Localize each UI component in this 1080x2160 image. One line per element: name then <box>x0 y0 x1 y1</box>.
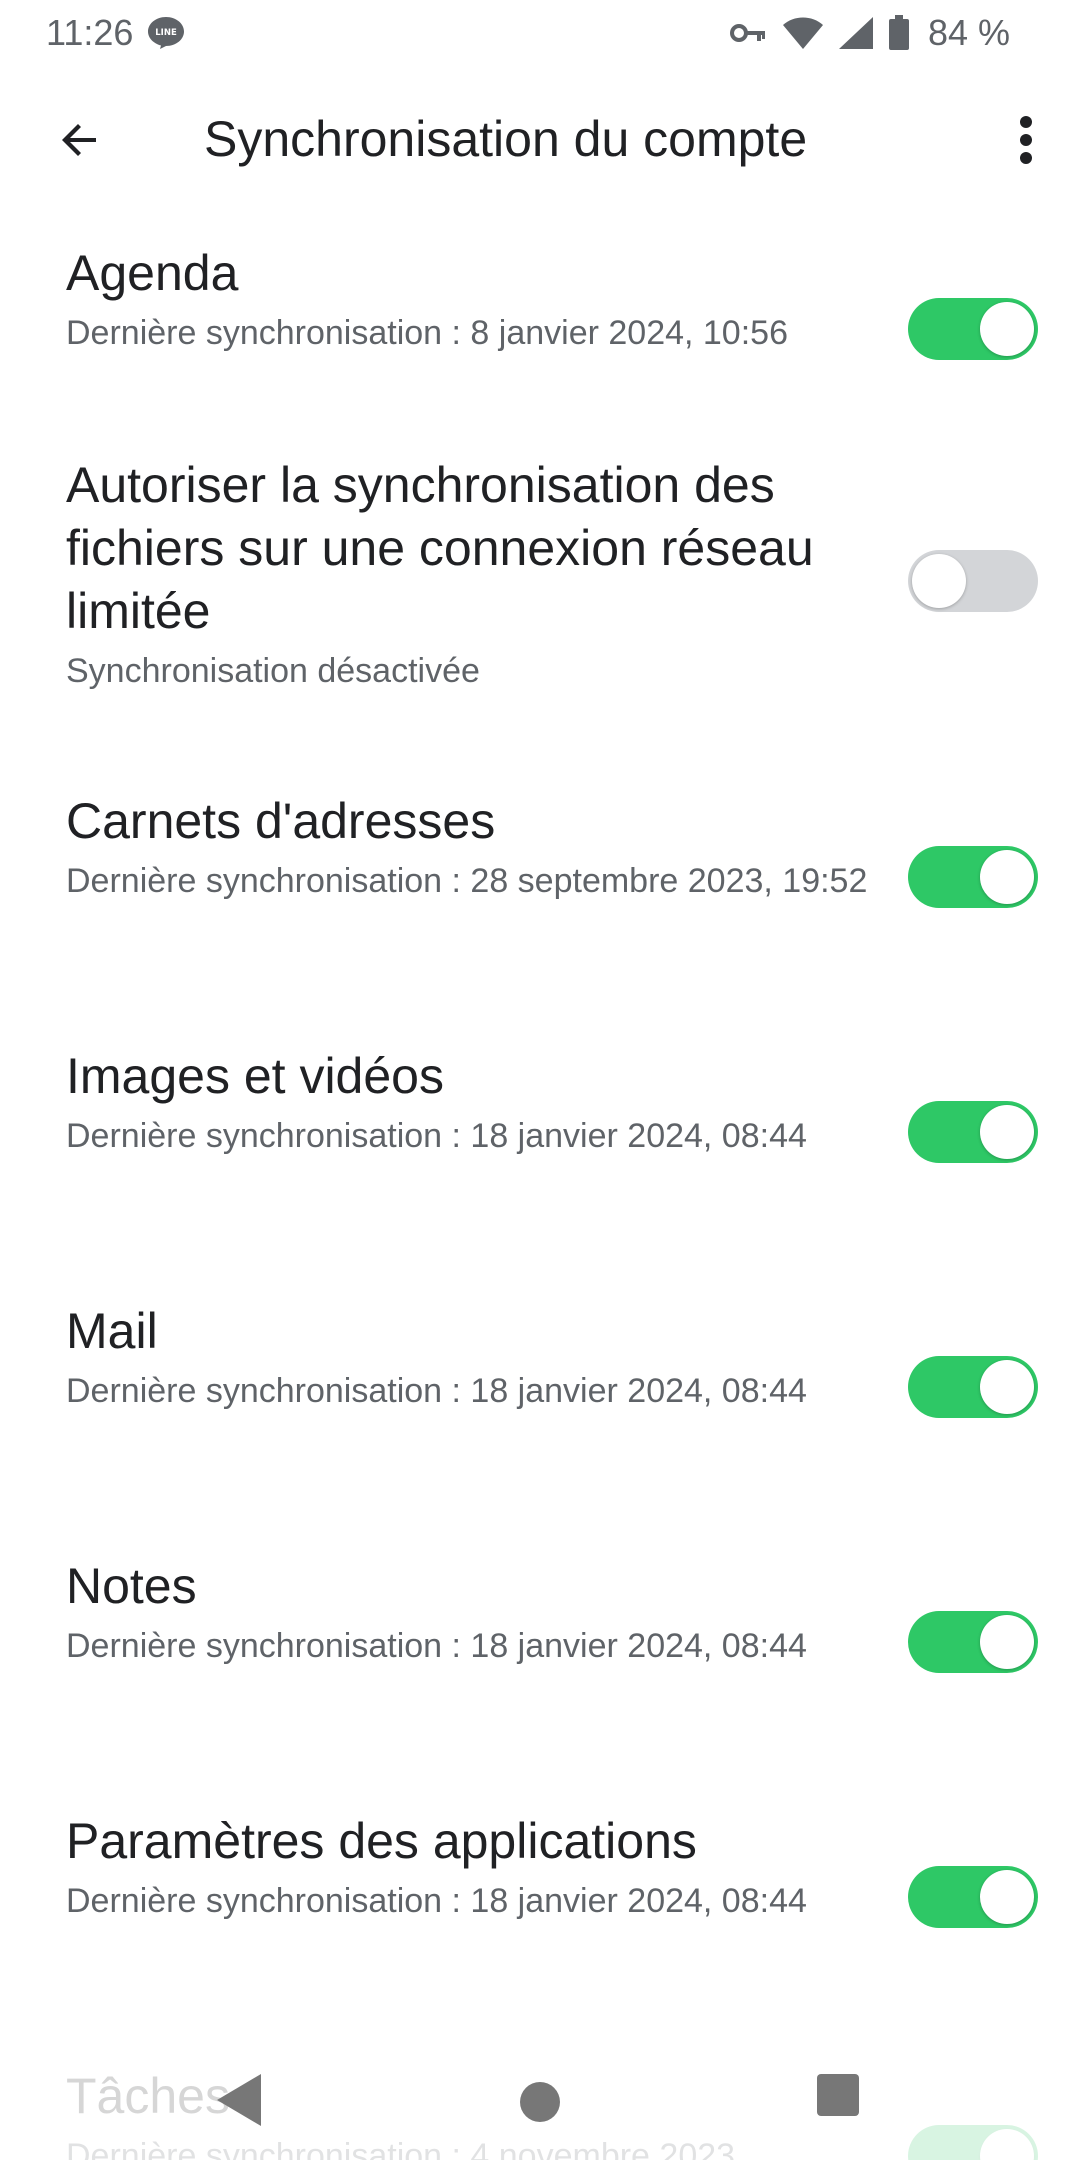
wifi-icon <box>782 17 823 49</box>
back-button[interactable] <box>40 100 120 180</box>
toggle-knob <box>980 1870 1034 1924</box>
toggle-knob <box>912 554 966 608</box>
nav-home-icon[interactable] <box>520 2082 560 2122</box>
battery-icon <box>888 15 909 50</box>
toggle-knob <box>980 1105 1034 1159</box>
nav-recents-icon[interactable] <box>817 2074 859 2116</box>
nav-back-icon[interactable] <box>215 2072 263 2128</box>
setting-summary: Dernière synchronisation : 28 septembre … <box>66 862 868 900</box>
battery-percent: 84 % <box>927 12 1010 53</box>
setting-title: Agenda <box>66 245 239 301</box>
setting-text: Agenda Dernière synchronisation : 8 janv… <box>66 242 876 355</box>
setting-summary: Dernière synchronisation : 18 janvier 20… <box>66 1882 807 1920</box>
setting-text: Carnets d'adresses Dernière synchronisat… <box>66 790 876 903</box>
setting-summary: Dernière synchronisation : 8 janvier 202… <box>66 314 788 352</box>
toggle-knob <box>980 850 1034 904</box>
arrow-back-icon <box>62 124 96 156</box>
setting-row-address-books[interactable]: Carnets d'adresses Dernière synchronisat… <box>0 790 1080 908</box>
setting-text: Paramètres des applications Dernière syn… <box>66 1810 826 1923</box>
navigation-bar <box>0 2040 1080 2160</box>
signal-icon <box>838 17 873 49</box>
status-time: 11:26 <box>46 12 134 53</box>
setting-summary: Synchronisation désactivée <box>66 652 480 690</box>
setting-row-images-videos[interactable]: Images et vidéos Dernière synchronisatio… <box>0 1045 1080 1163</box>
toggle-address-books[interactable] <box>908 846 1038 908</box>
page-title: Synchronisation du compte <box>204 111 808 167</box>
setting-title: Carnets d'adresses <box>66 793 496 849</box>
toggle-knob <box>980 302 1034 356</box>
setting-row-notes[interactable]: Notes Dernière synchronisation : 18 janv… <box>0 1555 1080 1673</box>
setting-title: Mail <box>66 1303 158 1359</box>
setting-title: Images et vidéos <box>66 1048 444 1104</box>
line-icon: LINE <box>148 17 185 49</box>
setting-row-mail[interactable]: Mail Dernière synchronisation : 18 janvi… <box>0 1300 1080 1418</box>
toggle-notes[interactable] <box>908 1611 1038 1673</box>
more-vert-icon <box>1020 116 1032 164</box>
app-bar: Synchronisation du compte <box>0 70 1080 210</box>
line-badge-text: LINE <box>156 28 178 38</box>
setting-text: Mail Dernière synchronisation : 18 janvi… <box>66 1300 826 1413</box>
setting-text: Notes Dernière synchronisation : 18 janv… <box>66 1555 826 1668</box>
setting-title: Paramètres des applications <box>66 1813 697 1869</box>
setting-title: Autoriser la synchronisation des fichier… <box>66 457 814 639</box>
setting-row-app-settings[interactable]: Paramètres des applications Dernière syn… <box>0 1810 1080 1928</box>
key-icon <box>729 24 765 42</box>
setting-summary: Dernière synchronisation : 18 janvier 20… <box>66 1372 807 1410</box>
setting-text: Autoriser la synchronisation des fichier… <box>66 454 826 693</box>
setting-row-agenda[interactable]: Agenda Dernière synchronisation : 8 janv… <box>0 242 1080 360</box>
toggle-app-settings[interactable] <box>908 1866 1038 1928</box>
setting-row-metered-network[interactable]: Autoriser la synchronisation des fichier… <box>0 454 1080 693</box>
toggle-agenda[interactable] <box>908 298 1038 360</box>
more-options-button[interactable] <box>986 100 1066 180</box>
setting-summary: Dernière synchronisation : 18 janvier 20… <box>66 1117 807 1155</box>
status-bar: 11:26 LINE 84 % <box>0 0 1080 66</box>
toggle-knob <box>980 1360 1034 1414</box>
setting-text: Images et vidéos Dernière synchronisatio… <box>66 1045 826 1158</box>
setting-title: Notes <box>66 1558 197 1614</box>
toggle-metered-network[interactable] <box>908 550 1038 612</box>
setting-summary: Dernière synchronisation : 18 janvier 20… <box>66 1627 807 1665</box>
toggle-knob <box>980 1615 1034 1669</box>
status-right: 84 % <box>729 12 1010 54</box>
toggle-mail[interactable] <box>908 1356 1038 1418</box>
status-left: 11:26 LINE <box>46 12 185 54</box>
toggle-images-videos[interactable] <box>908 1101 1038 1163</box>
